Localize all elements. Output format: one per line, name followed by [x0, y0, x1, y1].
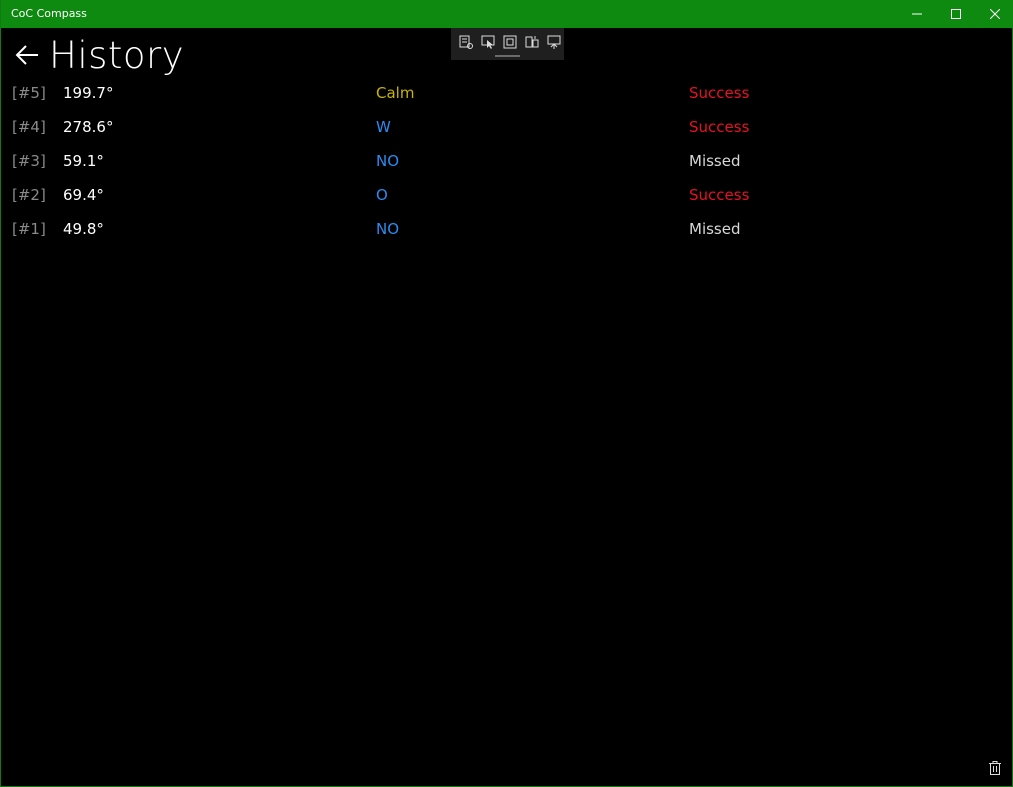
display-layout-adorners-button[interactable] — [499, 33, 521, 51]
toolbar-grip[interactable] — [495, 55, 520, 57]
history-wind: NO — [376, 152, 400, 170]
trash-icon — [989, 761, 1001, 775]
close-icon — [989, 9, 1000, 19]
select-pointer-icon — [481, 35, 495, 49]
history-index: [#3] — [12, 152, 46, 170]
layout-adorner-icon — [503, 35, 517, 49]
live-visual-tree-button[interactable] — [455, 33, 477, 51]
history-index: [#5] — [12, 84, 46, 102]
maximize-icon — [950, 9, 961, 19]
history-result: Success — [689, 84, 750, 102]
history-result: Missed — [689, 152, 741, 170]
history-angle: 278.6° — [63, 118, 114, 136]
minimize-icon — [911, 13, 922, 15]
history-wind: Calm — [376, 84, 415, 102]
track-focus-button[interactable] — [521, 33, 543, 51]
history-index: [#1] — [12, 220, 46, 238]
hot-reload-button[interactable] — [543, 33, 565, 51]
history-angle: 49.8° — [63, 220, 104, 238]
history-angle: 199.7° — [63, 84, 114, 102]
track-focus-icon — [525, 36, 539, 48]
history-angle: 59.1° — [63, 152, 104, 170]
history-row: [#5] 199.7° Calm Success — [1, 76, 1012, 110]
debug-toolbar — [451, 28, 564, 60]
close-button[interactable] — [975, 0, 1013, 28]
history-row: [#2] 69.4° O Success — [1, 178, 1012, 212]
history-wind: W — [376, 118, 391, 136]
hot-reload-icon — [547, 35, 561, 49]
clear-history-button[interactable] — [987, 760, 1003, 776]
select-element-button[interactable] — [477, 33, 499, 51]
title-bar[interactable]: CoC Compass — [1, 0, 1013, 28]
app-window: CoC Compass History [#5] 199.7° Calm Suc… — [0, 0, 1013, 787]
window-controls — [897, 0, 1013, 28]
history-index: [#4] — [12, 118, 46, 136]
history-result: Success — [689, 186, 750, 204]
back-button[interactable] — [13, 42, 41, 68]
visual-tree-icon — [459, 35, 473, 49]
page-title: History — [49, 34, 185, 77]
history-wind: O — [376, 186, 388, 204]
history-result: Missed — [689, 220, 741, 238]
history-index: [#2] — [12, 186, 46, 204]
history-wind: NO — [376, 220, 400, 238]
history-list: [#5] 199.7° Calm Success [#4] 278.6° W S… — [1, 76, 1012, 246]
maximize-button[interactable] — [936, 0, 975, 28]
history-angle: 69.4° — [63, 186, 104, 204]
back-arrow-icon — [15, 45, 38, 65]
history-row: [#4] 278.6° W Success — [1, 110, 1012, 144]
history-row: [#1] 49.8° NO Missed — [1, 212, 1012, 246]
window-title: CoC Compass — [11, 7, 87, 20]
minimize-button[interactable] — [897, 0, 936, 28]
history-result: Success — [689, 118, 750, 136]
history-row: [#3] 59.1° NO Missed — [1, 144, 1012, 178]
